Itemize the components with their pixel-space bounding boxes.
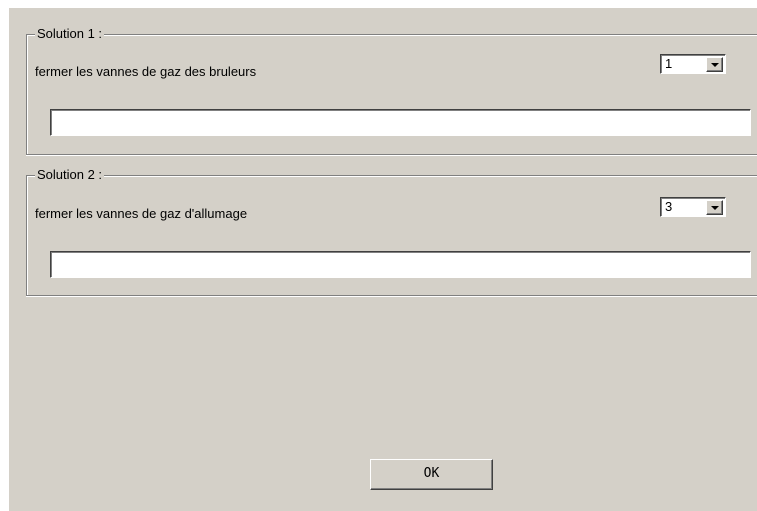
solution-2-dropdown-button[interactable]	[706, 200, 723, 215]
solution-1-dropdown-value: 1	[665, 56, 673, 71]
solution-1-dropdown[interactable]: 1	[660, 54, 726, 74]
solution-1-legend: Solution 1 :	[35, 26, 105, 42]
solution-1-text-field[interactable]	[50, 109, 751, 136]
chevron-down-icon	[711, 206, 719, 210]
solution-2-dropdown[interactable]: 3	[660, 197, 726, 217]
solution-2-group: Solution 2 : fermer les vannes de gaz d'…	[26, 167, 757, 296]
solution-1-group: Solution 1 : fermer les vannes de gaz de…	[26, 26, 757, 155]
solution-2-legend: Solution 2 :	[35, 167, 105, 183]
solution-2-description: fermer les vannes de gaz d'allumage	[35, 206, 248, 221]
solution-1-dropdown-button[interactable]	[706, 57, 723, 72]
ok-button[interactable]: OK	[370, 459, 493, 490]
solution-1-description: fermer les vannes de gaz des bruleurs	[35, 64, 257, 79]
chevron-down-icon	[711, 63, 719, 67]
solution-2-dropdown-value: 3	[665, 199, 673, 214]
solution-2-text-field[interactable]	[50, 251, 751, 278]
